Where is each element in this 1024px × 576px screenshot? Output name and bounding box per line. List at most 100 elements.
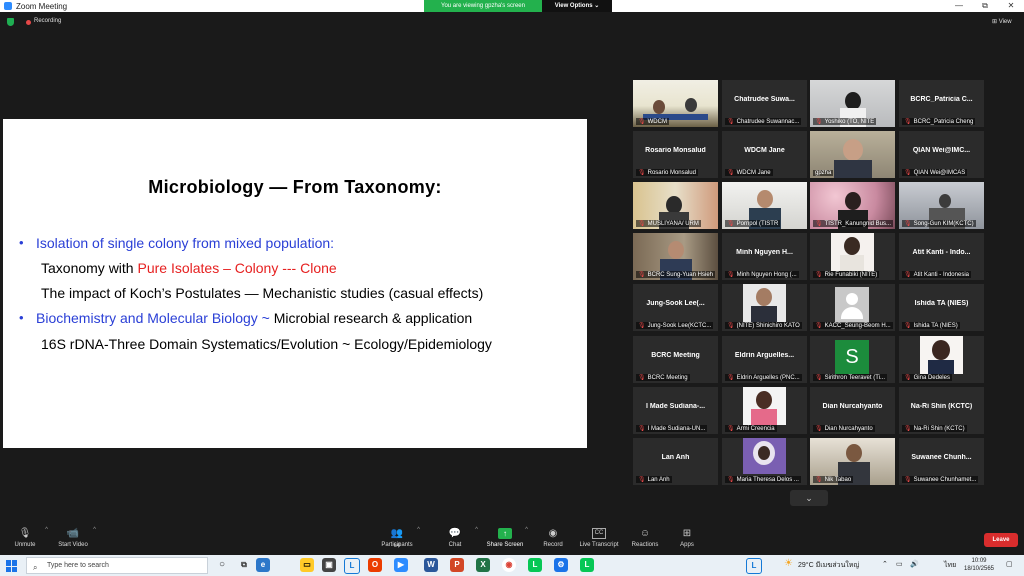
settings-icon[interactable]: ⚙ <box>554 558 568 572</box>
participant-photo <box>743 387 786 425</box>
live-transcript-button[interactable]: CC Live Transcript <box>574 525 624 548</box>
apps-button[interactable]: ⊞ Apps <box>662 525 712 548</box>
volume-icon[interactable]: 🔊 <box>910 560 919 568</box>
participant-tile[interactable]: Ishida TA (NIES) 🎙 Ishida TA (NIES) <box>899 284 984 331</box>
close-button[interactable]: ✕ <box>998 0 1024 12</box>
participant-photo <box>743 438 786 474</box>
maximize-button[interactable]: ⧉ <box>972 0 998 12</box>
participant-tile[interactable]: 🎙 BCRC Sung-Yuan Hsieh <box>633 233 718 280</box>
network-icon[interactable]: ▭ <box>896 560 903 568</box>
leave-button[interactable]: Leave <box>984 533 1018 547</box>
unmute-button[interactable]: 🎙 Unmute ^ <box>0 525 50 548</box>
show-hidden-icons[interactable]: ⌃ <box>882 560 888 568</box>
participant-tile[interactable]: Minh Nguyen H... 🎙 Minh Nguyen Hong (... <box>722 233 807 280</box>
video-options-caret[interactable]: ^ <box>93 527 96 533</box>
participant-tile[interactable]: Lan Anh 🎙 Lan Anh <box>633 438 718 485</box>
participant-name-text: Rosario Monsalud <box>647 170 696 176</box>
participant-tile[interactable]: Atit Kanti - Indo... 🎙 Atit Kanti - Indon… <box>899 233 984 280</box>
participant-tile[interactable]: Dian Nurcahyanto 🎙 Dian Nurcahyanto <box>810 387 895 434</box>
clock-date: 18/10/2565 <box>963 566 995 572</box>
participant-tile[interactable]: 🎙 TISTR_Kanungnid Bus... <box>810 182 895 229</box>
participant-tile[interactable]: S 🎙 Sirithron Teeravet (Ti... <box>810 336 895 383</box>
record-button[interactable]: ◉ Record <box>528 525 578 548</box>
line-chat-icon[interactable]: L <box>580 558 594 572</box>
participant-tile[interactable]: Rosario Monsalud 🎙 Rosario Monsalud <box>633 131 718 178</box>
taskbar-search-box[interactable]: ⌕ Type here to search <box>26 557 208 574</box>
participant-tile[interactable]: 🎙 Song-Gun KIM(KCTC) <box>899 182 984 229</box>
edge-icon[interactable]: e <box>256 558 270 572</box>
notifications-icon[interactable]: ▢ <box>1006 560 1013 568</box>
slide-bullet-1: Isolation of single colony from mixed po… <box>36 235 335 251</box>
active-speaker-tile[interactable]: gpzha <box>810 131 895 178</box>
encryption-shield-icon[interactable] <box>7 18 14 26</box>
participant-tile[interactable]: 🎙 WDCM <box>633 80 718 127</box>
participant-tile[interactable]: 🎙 Yoshiko (TO, NITE <box>810 80 895 127</box>
participant-display-name: Rosario Monsalud <box>645 147 706 154</box>
recording-icon <box>26 20 31 25</box>
minimize-button[interactable]: — <box>946 0 972 12</box>
participant-tile[interactable]: 🎙 Nik Tabao <box>810 438 895 485</box>
participant-tile[interactable]: 🎙 Pornpol (TISTR <box>722 182 807 229</box>
bullet-icon: • <box>19 235 24 250</box>
taskbar-clock[interactable]: 10:09 18/10/2565 <box>962 557 996 573</box>
powerpoint-icon[interactable]: P <box>450 558 464 572</box>
participant-tile[interactable]: I Made Sudiana-... 🎙 I Made Sudiana-UN... <box>633 387 718 434</box>
muted-mic-icon: 🎙 <box>904 272 912 278</box>
participant-tile[interactable]: Suwanee Chunh... 🎙 Suwanee Chunhamet... <box>899 438 984 485</box>
chrome-icon[interactable]: ◉ <box>502 558 516 572</box>
file-explorer-icon[interactable]: ▭ <box>300 558 314 572</box>
participant-tile[interactable]: Na-Ri Shin (KCTC) 🎙 Na-Ri Shin (KCTC) <box>899 387 984 434</box>
participant-tile[interactable]: Eldrin Arguelles... 🎙 Eldrin Arguelles (P… <box>722 336 807 383</box>
gallery-next-page-button[interactable]: ⌄ <box>790 490 828 506</box>
video-off-icon: 📹 <box>66 528 80 539</box>
word-icon[interactable]: W <box>424 558 438 572</box>
cortana-icon[interactable]: ○ <box>215 558 229 572</box>
participant-tile[interactable]: QIAN Wei@IMC... 🎙 QIAN Wei@IMCAS <box>899 131 984 178</box>
participant-display-name: Eldrin Arguelles... <box>734 352 795 359</box>
participant-tile[interactable]: Jung-Sook Lee(... 🎙 Jung-Sook Lee(KCTC... <box>633 284 718 331</box>
share-screen-button[interactable]: ↑ Share Screen ^ <box>480 525 530 548</box>
participant-tile[interactable]: 🎙 KACC_Seung-Beom H... <box>810 284 895 331</box>
muted-mic-icon: 🎙 <box>727 119 735 125</box>
participant-tile[interactable]: Chatrudee Suwa... 🎙 Chatrudee Suwannac... <box>722 80 807 127</box>
task-view-icon[interactable]: ⧉ <box>237 558 251 572</box>
line-tray-icon[interactable]: L <box>746 558 762 574</box>
windows-start-icon[interactable] <box>6 560 18 572</box>
participants-button[interactable]: 👥 64 Participants ^ <box>372 525 422 549</box>
zoom-taskbar-icon[interactable]: ▶ <box>394 558 408 572</box>
participant-tile[interactable]: 🎙 MUSLIYANA/ URM <box>633 182 718 229</box>
muted-mic-icon: 🎙 <box>638 119 646 125</box>
line-l-icon[interactable]: L <box>344 558 360 574</box>
weather-text[interactable]: 29°C มีเมฆส่วนใหญ่ <box>798 560 859 571</box>
participant-name: 🎙 Yoshiko (TO, NITE <box>813 118 877 125</box>
line-app-icon[interactable]: L <box>528 558 542 572</box>
unmute-label: Unmute <box>14 542 36 548</box>
participant-tile[interactable]: BCRC_Patricia C... 🎙 BCRC_Patricia Cheng <box>899 80 984 127</box>
participant-tile[interactable]: BCRC Meeting 🎙 BCRC Meeting <box>633 336 718 383</box>
view-button[interactable]: ⊞ View <box>992 18 1012 25</box>
participant-display-name: I Made Sudiana-... <box>645 403 706 410</box>
participant-name: 🎙 Chatrudee Suwannac... <box>725 118 802 125</box>
excel-icon[interactable]: X <box>476 558 490 572</box>
muted-mic-icon: 🎙 <box>904 170 912 176</box>
recording-label[interactable]: Recording <box>34 18 61 24</box>
chat-caret[interactable]: ^ <box>475 527 478 533</box>
office-icon[interactable]: O <box>368 558 382 572</box>
muted-mic-icon: 🎙 <box>638 477 646 483</box>
participant-tile[interactable]: 🎙 Maria Theresa Delos ... <box>722 438 807 485</box>
participant-name-text: MUSLIYANA/ URM <box>647 221 699 227</box>
muted-mic-icon: 🎙 <box>815 272 823 278</box>
language-indicator[interactable]: ไทย <box>944 560 956 571</box>
view-options-button[interactable]: View Options ⌄ <box>542 0 612 12</box>
participant-tile[interactable]: 🎙 Armi Creencia <box>722 387 807 434</box>
participant-tile[interactable]: 🎙 Rie Funabiki (NITE) <box>810 233 895 280</box>
participants-caret[interactable]: ^ <box>417 527 420 533</box>
participant-display-name: QIAN Wei@IMC... <box>912 147 971 154</box>
participant-tile[interactable]: 🎙 (NITE) Shinichiro KATO <box>722 284 807 331</box>
chat-button[interactable]: 💬 Chat ^ <box>430 525 480 548</box>
store-icon[interactable]: ▣ <box>322 558 336 572</box>
participant-tile[interactable]: WDCM Jane 🎙 WDCM Jane <box>722 131 807 178</box>
participant-tile[interactable]: 🎙 Gina Dedeles <box>899 336 984 383</box>
start-video-button[interactable]: 📹 Start Video ^ <box>48 525 98 548</box>
participant-name-text: I Made Sudiana-UN... <box>647 426 706 432</box>
